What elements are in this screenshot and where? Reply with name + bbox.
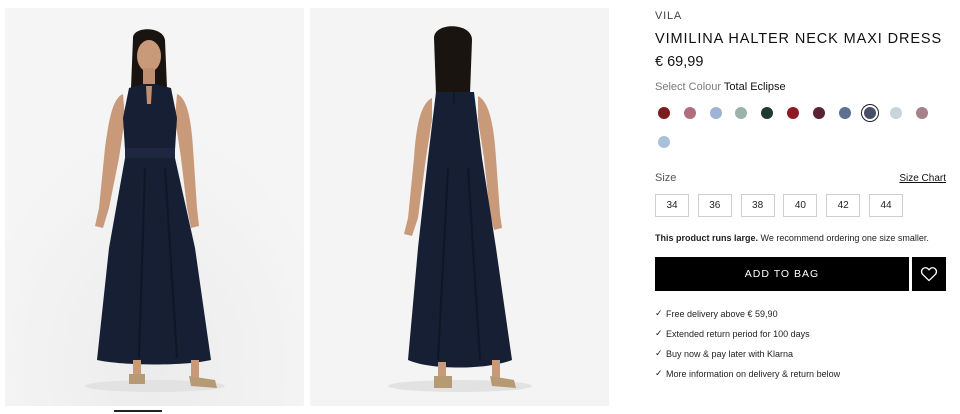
colour-swatch-dot [838,107,851,119]
product-price: € 69,99 [655,54,704,70]
colour-swatch[interactable] [810,104,828,122]
dress-back-photo [310,8,609,406]
size-chart-link[interactable]: Size Chart [899,173,946,184]
size-label: Size [655,172,677,184]
colour-swatch-dot [709,107,722,119]
product-image-front[interactable] [5,8,304,406]
benefit-text: Extended return period for 100 days [666,328,810,339]
colour-swatch[interactable] [681,104,699,122]
colour-swatch[interactable] [732,104,750,122]
gallery-scroll-indicator [114,410,162,412]
size-option-button[interactable]: 34 [655,194,689,217]
size-option-button[interactable]: 40 [783,194,818,217]
heart-icon [920,267,938,282]
checkmark-icon: ✓ [655,348,663,358]
colour-swatch-dot [890,107,903,119]
colour-swatch-dot [658,136,670,148]
selected-colour-name: Total Eclipse [723,81,786,93]
dress-front-photo [5,8,304,406]
colour-swatch[interactable] [655,104,673,122]
colour-swatch[interactable] [887,104,905,122]
colour-swatch-dot [658,107,670,119]
product-title: VIMILINA HALTER NECK MAXI DRESS [655,31,943,47]
colour-swatch-dot [735,107,748,119]
colour-swatch[interactable] [758,104,776,122]
benefit-text: Free delivery above € 59,90 [666,308,778,319]
benefit-item: ✓ Buy now & pay later with Klarna [655,348,793,359]
fit-note-text: We recommend ordering one size smaller. [758,233,929,243]
product-gallery [5,8,610,406]
colour-selector-label: Select Colour Total Eclipse [655,81,786,93]
benefit-item: ✓ More information on delivery & return b… [655,368,840,379]
fit-note-bold: This product runs large. [655,233,759,243]
colour-swatch-dot [683,107,696,119]
colour-swatch[interactable] [655,133,673,151]
colour-swatch[interactable] [784,104,802,122]
benefit-item: ✓ Free delivery above € 59,90 [655,308,778,319]
size-option-button[interactable]: 36 [697,194,732,217]
size-option-button[interactable]: 44 [869,194,903,217]
colour-swatch[interactable] [836,104,854,122]
colour-swatch-dot [761,107,774,119]
product-details-panel: VILA VIMILINA HALTER NECK MAXI DRESS € 6… [655,0,947,414]
size-option-button[interactable]: 38 [740,194,775,217]
colour-swatch[interactable] [861,104,880,122]
size-option-button[interactable]: 42 [826,194,861,217]
fit-note: This product runs large. We recommend or… [655,233,929,243]
brand-name[interactable]: VILA [655,10,682,22]
benefit-item: ✓ Extended return period for 100 days [655,328,810,339]
product-image-back[interactable] [310,8,609,406]
benefit-text: Buy now & pay later with Klarna [666,348,794,359]
colour-label-text: Select Colour [655,81,722,93]
checkmark-icon: ✓ [655,328,663,338]
colour-swatch-dot [812,107,825,119]
wishlist-button[interactable] [912,257,946,291]
colour-swatch[interactable] [913,104,931,122]
add-to-bag-button[interactable]: ADD TO BAG [655,257,909,291]
benefit-text: More information on delivery & return be… [666,368,841,379]
colour-swatch-dot [864,107,877,119]
checkmark-icon: ✓ [655,308,663,318]
checkmark-icon: ✓ [655,368,663,378]
colour-swatch[interactable] [707,104,725,122]
colour-swatch-dot [916,107,928,119]
colour-swatch-dot [787,107,799,119]
